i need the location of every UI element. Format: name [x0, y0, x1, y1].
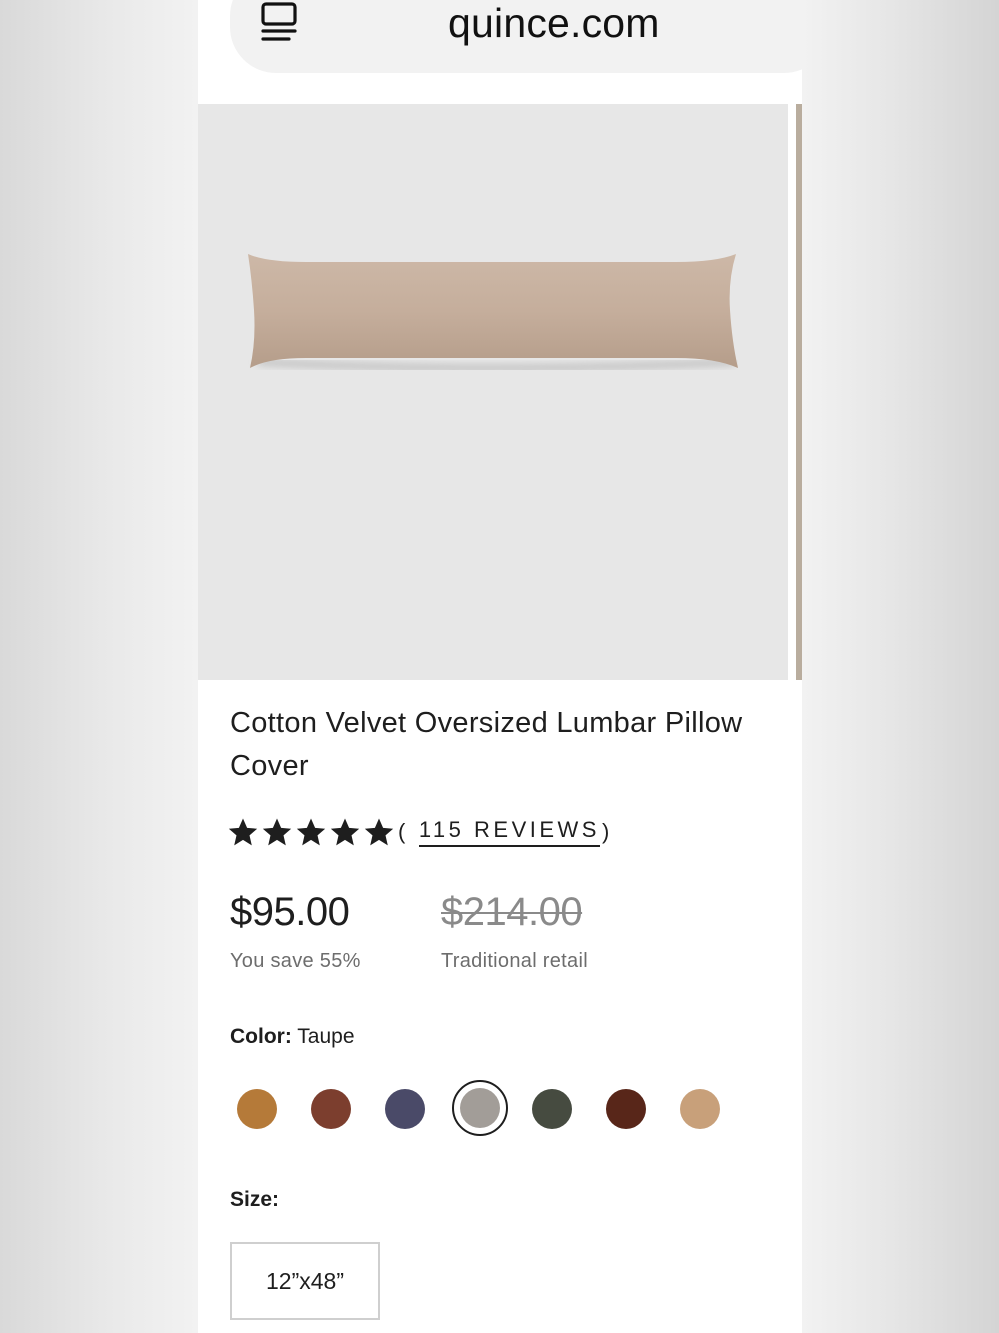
tabs-icon[interactable] [260, 0, 300, 48]
sale-price: $95.00 [230, 890, 350, 934]
star-icon [362, 815, 396, 849]
size-label: Size: [230, 1188, 280, 1211]
swatch-ochre[interactable] [237, 1089, 277, 1129]
size-option-12x48[interactable]: 12”x48” [230, 1242, 380, 1320]
swatch-navy[interactable] [385, 1089, 425, 1129]
lumbar-pillow-image [246, 250, 738, 371]
retail-price: $214.00 [441, 890, 583, 934]
background-left [0, 0, 198, 1333]
savings-text: You save 55% [230, 950, 361, 972]
reviews-count[interactable]: (115 REVIEWS) [398, 817, 613, 847]
product-title: Cotton Velvet Oversized Lumbar Pillow Co… [230, 707, 743, 782]
swatch-camel[interactable] [680, 1089, 720, 1129]
swatch-olive[interactable] [532, 1089, 572, 1129]
star-icon [226, 815, 260, 849]
swatch-chocolate[interactable] [606, 1089, 646, 1129]
reviews-link[interactable]: 115 REVIEWS [418, 817, 600, 847]
color-selector-label: Color: Taupe [230, 1025, 355, 1049]
swatch-taupe-fill [460, 1088, 500, 1128]
star-icon [328, 815, 362, 849]
star-icon [260, 815, 294, 849]
selected-color: Taupe [297, 1025, 355, 1048]
swatch-rust[interactable] [311, 1089, 351, 1129]
star-rating[interactable]: (115 REVIEWS) [226, 812, 613, 852]
color-label: Color: [230, 1025, 292, 1048]
next-image-peek[interactable] [796, 104, 802, 680]
url-text[interactable]: quince.com [448, 0, 660, 47]
swatch-taupe[interactable] [452, 1080, 508, 1136]
retail-label: Traditional retail [441, 950, 588, 972]
phone-screen: quince.com Cotton Velvet Oversized Lumba… [198, 0, 802, 1333]
star-icon [294, 815, 328, 849]
background-right [802, 0, 999, 1333]
product-image-gallery[interactable] [198, 104, 788, 680]
